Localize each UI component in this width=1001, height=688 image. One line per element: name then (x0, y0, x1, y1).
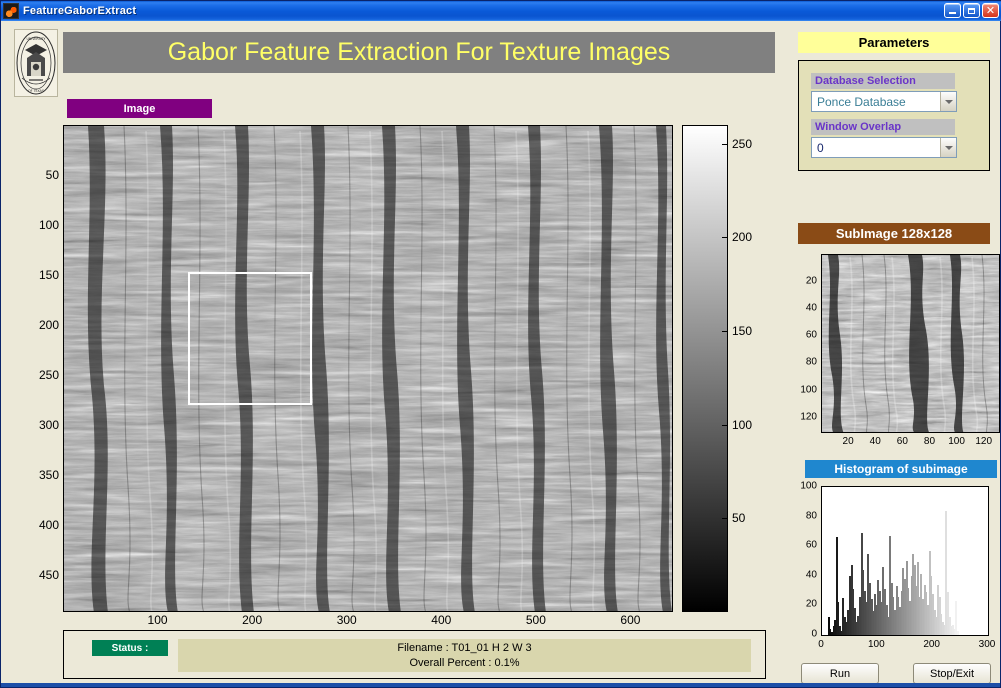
histogram-y-tick: 20 (805, 598, 817, 610)
histogram-header: Histogram of subimage (805, 460, 997, 478)
x-axis-tick: 200 (242, 613, 263, 627)
main-image-x-axis: 100 200 300 400 500 600 (63, 613, 675, 631)
histogram-y-tick: 60 (805, 539, 817, 551)
subimage-y-tick: 60 (805, 329, 817, 341)
title-bar: FeatureGaborExtract ✕ (1, 1, 1001, 21)
histogram-bar (957, 630, 959, 635)
status-line-percent: Overall Percent : 0.1% (409, 656, 520, 669)
colorbar-tick-mark (722, 143, 728, 145)
x-axis-tick: 500 (525, 613, 546, 627)
minimize-button[interactable] (944, 3, 961, 18)
histogram-y-tick: 40 (805, 569, 817, 581)
colorbar-tick-mark (722, 331, 728, 333)
page-title: Gabor Feature Extraction For Texture Ima… (63, 32, 775, 73)
status-line-filename: Filename : T01_01 H 2 W 3 (397, 641, 532, 654)
colorbar-tick: 150 (732, 324, 753, 339)
action-buttons: Run Stop/Exit (801, 663, 991, 685)
chevron-down-icon[interactable] (940, 138, 956, 157)
status-badge: Status : (92, 640, 168, 656)
subimage-texture[interactable] (821, 254, 1000, 433)
subimage-x-tick: 20 (842, 436, 854, 447)
colorbar-tick-mark (722, 237, 728, 239)
status-bar (1, 683, 1000, 687)
status-message: Filename : T01_01 H 2 W 3 Overall Percen… (178, 639, 751, 672)
database-selection-value: Ponce Database (817, 94, 906, 109)
histogram-x-tick: 200 (923, 639, 940, 650)
subimage-y-tick: 120 (800, 411, 817, 423)
colorbar-tick: 250 (732, 136, 753, 151)
run-button[interactable]: Run (801, 663, 879, 684)
x-axis-tick: 600 (620, 613, 641, 627)
stop-exit-button[interactable]: Stop/Exit (913, 663, 991, 684)
window-content: UNIVERSITY OF TEXAS Gabor Feature Extrac… (1, 21, 1000, 687)
svg-text:OF TEXAS: OF TEXAS (28, 89, 44, 93)
close-button[interactable]: ✕ (982, 3, 999, 18)
right-side-panel: Parameters Database Selection Ponce Data… (789, 21, 1000, 687)
window-title: FeatureGaborExtract (23, 5, 137, 17)
matlab-icon (3, 3, 19, 19)
main-image-y-axis: 50 100 150 200 250 300 350 400 450 (21, 107, 59, 612)
histogram-x-tick: 100 (867, 639, 885, 650)
y-axis-tick: 150 (38, 268, 59, 282)
colorbar-tick: 100 (732, 417, 753, 432)
subimage-x-tick: 40 (869, 436, 881, 447)
subimage-header: SubImage 128x128 (798, 223, 990, 244)
grayscale-colorbar (682, 125, 728, 612)
subimage-y-tick: 20 (805, 275, 817, 287)
chevron-down-icon[interactable] (940, 92, 956, 111)
histogram-y-tick: 100 (800, 480, 817, 492)
y-axis-tick: 300 (38, 418, 59, 432)
x-axis-tick: 400 (431, 613, 452, 627)
y-axis-tick: 250 (38, 368, 59, 382)
subimage-y-tick: 80 (805, 356, 817, 368)
maximize-button[interactable] (963, 3, 980, 18)
subimage-x-tick: 60 (896, 436, 908, 447)
y-axis-tick: 200 (38, 318, 59, 332)
subimage-axes: 20 40 60 80 100 120 20 40 60 80 100 120 (797, 254, 1000, 452)
subimage-x-tick: 120 (975, 436, 993, 447)
y-axis-tick: 350 (38, 468, 59, 482)
colorbar-tick-mark (722, 424, 728, 426)
window-overlap-dropdown[interactable]: 0 (811, 137, 957, 158)
colorbar-container: 250 200 150 100 50 (682, 125, 770, 612)
y-axis-tick: 400 (38, 518, 59, 532)
colorbar-tick: 200 (732, 230, 753, 245)
parameters-box: Database Selection Ponce Database Window… (798, 60, 990, 171)
subimage-bark-texture (822, 255, 999, 432)
application-window: FeatureGaborExtract ✕ UNIVERSITY OF TEXA… (0, 0, 1001, 688)
subimage-y-tick: 100 (800, 384, 817, 396)
svg-text:UNIVERSITY: UNIVERSITY (27, 37, 46, 41)
y-axis-tick: 50 (45, 168, 59, 182)
university-seal-logo: UNIVERSITY OF TEXAS (14, 29, 58, 97)
colorbar-tick-mark (722, 518, 728, 520)
y-axis-tick: 450 (38, 568, 59, 582)
main-image-axes (63, 107, 673, 612)
histogram-axes: 0 20 40 60 80 100 0 100 200 300 (795, 480, 1000, 655)
status-panel: Status : Filename : T01_01 H 2 W 3 Overa… (63, 630, 766, 679)
database-selection-label: Database Selection (811, 73, 955, 89)
histogram-plot (821, 486, 989, 636)
histogram-x-tick: 0 (818, 639, 824, 650)
histogram-x-tick: 300 (978, 639, 996, 650)
parameters-header: Parameters (798, 32, 990, 53)
histogram-y-tick: 80 (805, 510, 817, 522)
subimage-y-tick: 40 (805, 302, 817, 314)
x-axis-tick: 300 (336, 613, 357, 627)
window-overlap-value: 0 (817, 140, 824, 155)
main-texture-image[interactable] (63, 125, 673, 612)
colorbar-tick: 50 (732, 511, 746, 526)
histogram-y-tick: 0 (811, 628, 817, 640)
window-controls: ✕ (944, 3, 999, 18)
subimage-x-tick: 100 (948, 436, 965, 447)
x-axis-tick: 100 (147, 613, 168, 627)
y-axis-tick: 100 (38, 218, 59, 232)
window-overlap-label: Window Overlap (811, 119, 955, 135)
bark-texture (64, 126, 672, 611)
database-selection-dropdown[interactable]: Ponce Database (811, 91, 957, 112)
subimage-x-tick: 80 (923, 436, 936, 447)
